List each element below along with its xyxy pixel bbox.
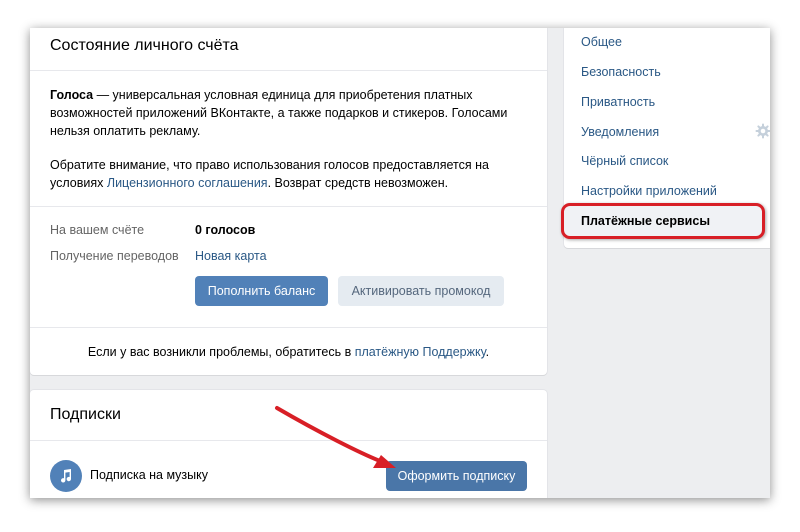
- topup-balance-button[interactable]: Пополнить баланс: [195, 276, 328, 306]
- nav-item-payment-services[interactable]: Платёжные сервисы: [581, 214, 710, 228]
- subscriptions-title: Подписки: [50, 406, 121, 423]
- divider: [30, 327, 547, 328]
- divider: [30, 440, 547, 441]
- activate-promo-button[interactable]: Активировать промокод: [338, 276, 504, 306]
- nav-item-blacklist[interactable]: Чёрный список: [581, 154, 668, 168]
- support-notice: Если у вас возникли проблемы, обратитесь…: [30, 345, 547, 359]
- nav-item-privacy[interactable]: Приватность: [581, 95, 655, 109]
- account-balance-value: 0 голосов: [195, 223, 256, 237]
- notice-text-end: . Возврат средств невозможен.: [267, 176, 449, 190]
- nav-item-general[interactable]: Общее: [581, 35, 622, 49]
- support-text: Если у вас возникли проблемы, обратитесь…: [87, 345, 355, 359]
- license-agreement-link[interactable]: Лицензионного соглашения: [107, 176, 268, 190]
- nav-item-app-settings[interactable]: Настройки приложений: [581, 184, 717, 198]
- divider: [30, 70, 547, 71]
- music-note-icon: [50, 460, 82, 492]
- transfers-new-card-link[interactable]: Новая карта: [195, 249, 267, 263]
- votes-description: Голоса — универсальная условная единица …: [50, 86, 520, 208]
- subscribe-button[interactable]: Оформить подписку: [386, 461, 527, 491]
- votes-term: Голоса: [50, 88, 94, 102]
- music-subscription-label: Подписка на музыку: [90, 468, 209, 482]
- subscriptions-card: Подписки Подписка на музыку Оформить под…: [30, 390, 547, 498]
- support-text-end: .: [485, 345, 490, 359]
- account-balance-label: На вашем счёте: [50, 223, 145, 237]
- balance-card-title: Состояние личного счёта: [50, 37, 239, 54]
- settings-nav: Общее Безопасность Приватность Уведомлен…: [561, 28, 770, 248]
- votes-definition: — универсальная условная единица для при…: [50, 88, 508, 138]
- vk-settings-window: Состояние личного счёта Голоса — универс…: [30, 28, 770, 498]
- payment-support-link[interactable]: платёжную Поддержку: [355, 345, 486, 359]
- gear-icon[interactable]: [755, 123, 770, 139]
- transfers-label: Получение переводов: [50, 249, 179, 263]
- nav-item-security[interactable]: Безопасность: [581, 65, 661, 79]
- balance-card: Состояние личного счёта Голоса — универс…: [30, 28, 547, 375]
- nav-item-notifications[interactable]: Уведомления: [581, 125, 659, 139]
- divider: [30, 206, 547, 207]
